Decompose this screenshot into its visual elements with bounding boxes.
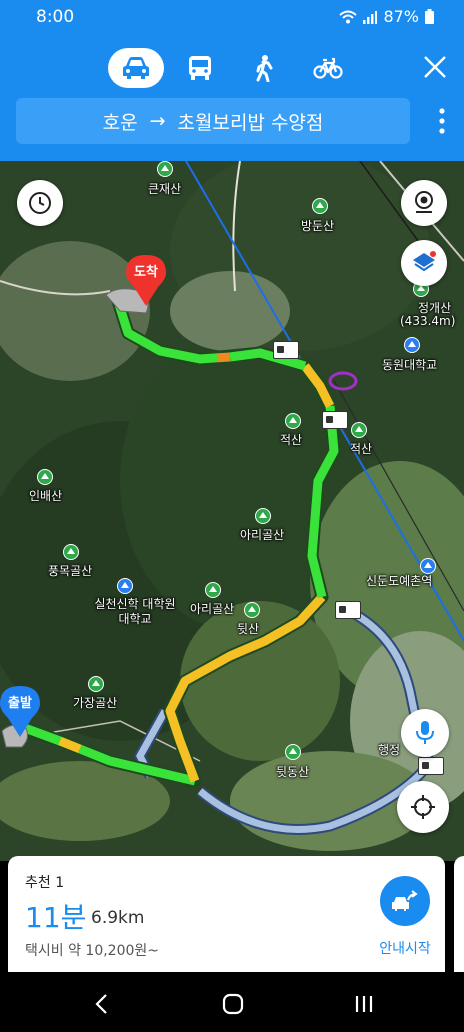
status-time: 8:00 — [36, 7, 75, 27]
place-label: (433.4m) — [400, 314, 456, 328]
route-card[interactable]: 추천 1 11분 6.9km 택시비 약 10,200원~ 안내시작 — [8, 856, 445, 972]
taxi-fare-label: 택시비 약 10,200원~ — [25, 943, 160, 959]
place-label: 적산 — [280, 433, 303, 447]
battery-icon — [425, 9, 434, 24]
navigation-start-icon — [392, 890, 418, 911]
voice-search-button[interactable] — [401, 709, 449, 757]
speed-camera-icon — [322, 411, 348, 429]
route-summary-field[interactable]: 호운 → 초월보리밥 수양점 — [16, 98, 410, 144]
place-label: 동원대학교 — [382, 358, 438, 372]
bike-icon — [313, 57, 343, 79]
status-right: 87% — [339, 7, 434, 26]
school-icon — [117, 578, 133, 594]
place-label: 아리골산 — [190, 602, 235, 616]
walk-icon — [256, 55, 273, 82]
place-label: 뒷산 — [237, 622, 260, 636]
history-button[interactable] — [17, 180, 63, 226]
place-label: 방둔산 — [301, 219, 335, 233]
layers-icon — [413, 251, 436, 272]
place-label: 가장골산 — [73, 696, 118, 710]
signal-icon — [363, 10, 378, 24]
more-vertical-icon — [439, 108, 445, 134]
place-label: 풍목골산 — [48, 564, 93, 578]
start-navigation-button[interactable] — [380, 876, 430, 926]
origin-label: 호운 — [102, 111, 138, 134]
rank-label: 추천 1 — [25, 875, 65, 891]
distance-label: 6.9km — [91, 908, 145, 928]
home-icon[interactable] — [222, 993, 244, 1015]
mode-bus-button[interactable] — [172, 48, 228, 88]
mountain-icon — [205, 582, 221, 598]
more-options-button[interactable] — [438, 106, 446, 136]
mountain-icon — [285, 413, 301, 429]
bus-icon — [189, 56, 211, 80]
close-button[interactable] — [420, 52, 450, 82]
speed-camera-icon — [335, 601, 361, 619]
close-icon — [424, 56, 446, 78]
mountain-icon — [88, 676, 104, 692]
system-nav-bar — [0, 975, 464, 1032]
start-navigation-label[interactable]: 안내시작 — [372, 938, 438, 958]
street-view-button[interactable] — [401, 180, 447, 226]
mountain-icon — [157, 161, 173, 177]
recent-apps-icon[interactable] — [353, 993, 375, 1015]
next-route-card-peek[interactable] — [454, 856, 464, 972]
mode-walk-button[interactable] — [236, 48, 292, 88]
mountain-icon — [244, 602, 260, 618]
place-label: 큰재산 — [148, 182, 182, 196]
place-label: 뒷동산 — [276, 765, 310, 779]
map-view[interactable]: 도착 출발 큰재산 방둔산 정개산 (433.4m) 동원대학교 적산 적산 인… — [0, 161, 464, 861]
place-label: 행정 — [378, 743, 401, 757]
speed-camera-icon — [418, 757, 444, 775]
current-location-button[interactable] — [397, 781, 449, 833]
microphone-icon — [416, 721, 434, 744]
duration-label: 11분 — [25, 901, 87, 934]
destination-label: 초월보리밥 수양점 — [177, 111, 324, 134]
arrival-pin[interactable]: 도착 — [126, 255, 166, 311]
route-arrow: → — [149, 110, 166, 132]
departure-label: 출발 — [8, 696, 32, 711]
clock-icon — [29, 192, 51, 214]
mode-car-button[interactable] — [108, 48, 164, 88]
crosshair-icon — [411, 795, 435, 819]
departure-pin[interactable]: 출발 — [0, 686, 40, 742]
mountain-icon — [285, 744, 301, 760]
school-icon — [404, 337, 420, 353]
top-bar: 호운 → 초월보리밥 수양점 — [0, 34, 464, 161]
mountain-icon — [312, 198, 328, 214]
arrival-label: 도착 — [134, 265, 158, 280]
battery-percent: 87% — [383, 7, 419, 26]
back-icon[interactable] — [92, 993, 112, 1015]
mountain-icon — [37, 469, 53, 485]
place-label: 실천신학 대학원대학교 — [94, 597, 176, 626]
car-icon — [123, 57, 149, 79]
mountain-icon — [63, 544, 79, 560]
place-label: 아리골산 — [240, 528, 285, 542]
place-label: 인배산 — [29, 489, 63, 503]
place-label: 신둔도예촌역 — [366, 574, 433, 588]
status-bar: 8:00 87% — [0, 0, 464, 34]
mountain-icon — [255, 508, 271, 524]
wifi-icon — [339, 10, 358, 23]
street-view-icon — [415, 191, 433, 213]
place-label: 적산 — [350, 442, 373, 456]
speed-camera-icon — [273, 341, 299, 359]
mode-bike-button[interactable] — [300, 48, 356, 88]
mountain-icon — [351, 422, 367, 438]
layers-button[interactable] — [401, 240, 447, 286]
